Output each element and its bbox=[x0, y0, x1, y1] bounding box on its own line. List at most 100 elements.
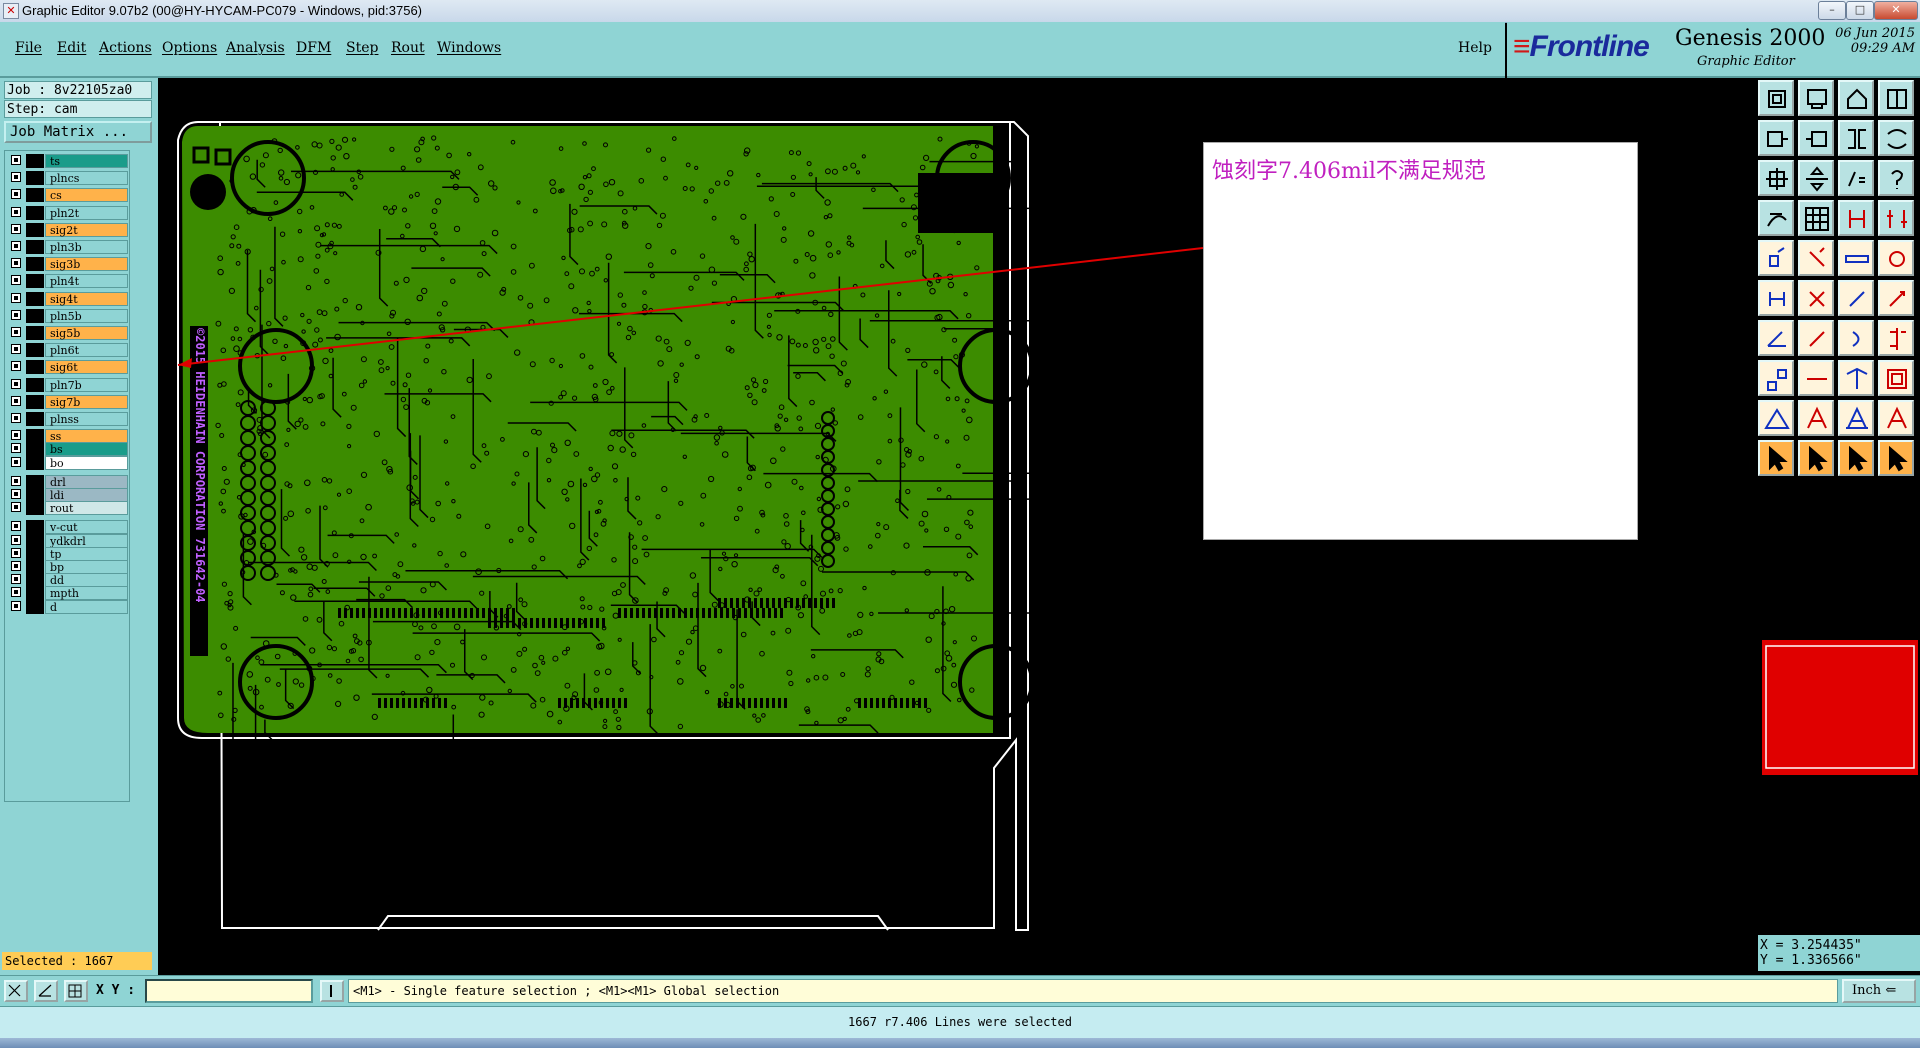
layer-row-sig2t[interactable]: sig2t bbox=[8, 222, 128, 237]
xy-input[interactable] bbox=[145, 979, 313, 1003]
layer-name[interactable]: pln3b bbox=[45, 240, 128, 254]
minus-button[interactable] bbox=[1798, 360, 1834, 396]
layer-name[interactable]: pln5b bbox=[45, 308, 128, 323]
layer-name[interactable]: pln4t bbox=[45, 274, 128, 289]
layer-row-ss[interactable]: ss bbox=[8, 429, 128, 444]
pad-button[interactable] bbox=[1758, 240, 1794, 276]
query-button[interactable] bbox=[1878, 160, 1914, 196]
menu-step[interactable]: Step bbox=[346, 40, 378, 56]
layer-checkbox[interactable] bbox=[11, 155, 21, 165]
fit-button[interactable] bbox=[1758, 160, 1794, 196]
copy-button[interactable] bbox=[1878, 360, 1914, 396]
layer-row-drl[interactable]: drl bbox=[8, 474, 128, 489]
zoom-ratio-button[interactable] bbox=[1838, 160, 1874, 196]
layer-row-dd[interactable]: dd bbox=[8, 573, 128, 588]
profile-button[interactable] bbox=[1798, 240, 1834, 276]
overview-map[interactable] bbox=[1760, 640, 1920, 775]
layer-name[interactable]: drl bbox=[45, 474, 128, 489]
layer-row-sig3b[interactable]: sig3b bbox=[8, 257, 128, 272]
save-button[interactable] bbox=[1798, 80, 1834, 116]
layer-checkbox[interactable] bbox=[11, 561, 21, 571]
open-step-button[interactable] bbox=[1758, 80, 1794, 116]
layer-checkbox[interactable] bbox=[11, 443, 21, 454]
layer-checkbox[interactable] bbox=[11, 534, 21, 545]
split-button[interactable] bbox=[1838, 120, 1874, 156]
text-a3-button[interactable] bbox=[1878, 400, 1914, 436]
layer-name[interactable]: bp bbox=[45, 560, 128, 574]
layer-row-pln7b[interactable]: pln7b bbox=[8, 377, 128, 392]
layer-checkbox[interactable] bbox=[11, 275, 21, 286]
cross-button[interactable] bbox=[1798, 280, 1834, 316]
menu-windows[interactable]: Windows bbox=[437, 40, 501, 56]
pointer-3-button[interactable] bbox=[1838, 440, 1874, 476]
menu-rout[interactable]: Rout bbox=[391, 40, 425, 56]
layer-checkbox[interactable] bbox=[11, 502, 21, 513]
snap-angle-button[interactable] bbox=[34, 980, 58, 1002]
layer-checkbox[interactable] bbox=[11, 309, 21, 320]
layer-name[interactable]: plnss bbox=[45, 412, 128, 426]
layer-checkbox[interactable] bbox=[11, 521, 21, 532]
layer-name[interactable]: v-cut bbox=[45, 520, 128, 535]
menu-analysis[interactable]: Analysis bbox=[226, 40, 285, 56]
layer-name[interactable]: pln2t bbox=[45, 205, 128, 220]
layer-name[interactable]: sig2t bbox=[45, 222, 128, 237]
layer-row-bs[interactable]: bs bbox=[8, 442, 128, 457]
layer-row-pln4t[interactable]: pln4t bbox=[8, 274, 128, 289]
layer-checkbox[interactable] bbox=[11, 206, 21, 217]
layer-row-pln6t[interactable]: pln6t bbox=[8, 343, 128, 358]
measure-button[interactable] bbox=[1758, 200, 1794, 236]
menu-actions[interactable]: Actions bbox=[99, 40, 152, 56]
layer-checkbox[interactable] bbox=[11, 258, 21, 269]
layer-checkbox[interactable] bbox=[11, 327, 21, 337]
layer-row-bo[interactable]: bo bbox=[8, 455, 128, 470]
layer-row-pln5b[interactable]: pln5b bbox=[8, 308, 128, 323]
break-button[interactable] bbox=[1758, 360, 1794, 396]
layer-name[interactable]: pln7b bbox=[45, 377, 128, 392]
layer-name[interactable]: sig5b bbox=[45, 326, 128, 340]
node-button[interactable] bbox=[1878, 280, 1914, 316]
dot-button[interactable] bbox=[1878, 240, 1914, 276]
layer-name[interactable]: plncs bbox=[45, 171, 128, 186]
menu-help[interactable]: Help bbox=[1458, 40, 1492, 56]
layer-row-sig5b[interactable]: sig5b bbox=[8, 326, 128, 340]
layer-checkbox[interactable] bbox=[11, 292, 21, 303]
layer-name[interactable]: sig4t bbox=[45, 291, 128, 306]
layer-row-v-cut[interactable]: v-cut bbox=[8, 520, 128, 535]
layer-name[interactable]: mpth bbox=[45, 586, 128, 601]
menu-file[interactable]: File bbox=[15, 40, 42, 56]
layer-checkbox[interactable] bbox=[11, 456, 21, 467]
triangle-button[interactable] bbox=[1758, 400, 1794, 436]
grid-button[interactable] bbox=[1798, 200, 1834, 236]
layer-name[interactable]: cs bbox=[45, 188, 128, 203]
arc-button[interactable] bbox=[1838, 320, 1874, 356]
layer-name[interactable]: pln6t bbox=[45, 343, 128, 358]
angle-button[interactable] bbox=[1758, 320, 1794, 356]
layer-name[interactable]: bs bbox=[45, 442, 128, 457]
pointer-4-button[interactable] bbox=[1878, 440, 1914, 476]
snap-button[interactable] bbox=[1838, 200, 1874, 236]
layer-checkbox[interactable] bbox=[11, 574, 21, 585]
layer-name[interactable]: bo bbox=[45, 455, 128, 470]
net-button[interactable] bbox=[1758, 280, 1794, 316]
layer-row-ydkdrl[interactable]: ydkdrl bbox=[8, 533, 128, 548]
layer-row-sig7b[interactable]: sig7b bbox=[8, 394, 128, 409]
layer-name[interactable]: ldi bbox=[45, 488, 128, 502]
layer-row-plncs[interactable]: plncs bbox=[8, 171, 128, 186]
minimize-button[interactable]: – bbox=[1818, 1, 1846, 20]
layer-name[interactable]: d bbox=[45, 599, 128, 614]
home-button[interactable] bbox=[1838, 80, 1874, 116]
layer-checkbox[interactable] bbox=[11, 395, 21, 406]
layer-row-rout[interactable]: rout bbox=[8, 501, 128, 516]
layer-name[interactable]: dd bbox=[45, 573, 128, 588]
close-button[interactable]: ✕ bbox=[1874, 1, 1918, 20]
layer-row-d[interactable]: d bbox=[8, 599, 128, 614]
layer-row-cs[interactable]: cs bbox=[8, 188, 128, 203]
layer-checkbox[interactable] bbox=[11, 587, 21, 598]
layer-row-ts[interactable]: ts bbox=[8, 154, 128, 168]
layer-checkbox[interactable] bbox=[11, 475, 21, 486]
next-button[interactable] bbox=[1798, 120, 1834, 156]
line-button[interactable] bbox=[1798, 320, 1834, 356]
grid-snap-button[interactable] bbox=[64, 980, 88, 1002]
ruler-button[interactable] bbox=[1838, 240, 1874, 276]
units-selector[interactable]: Inch ⇐ bbox=[1842, 979, 1916, 1003]
